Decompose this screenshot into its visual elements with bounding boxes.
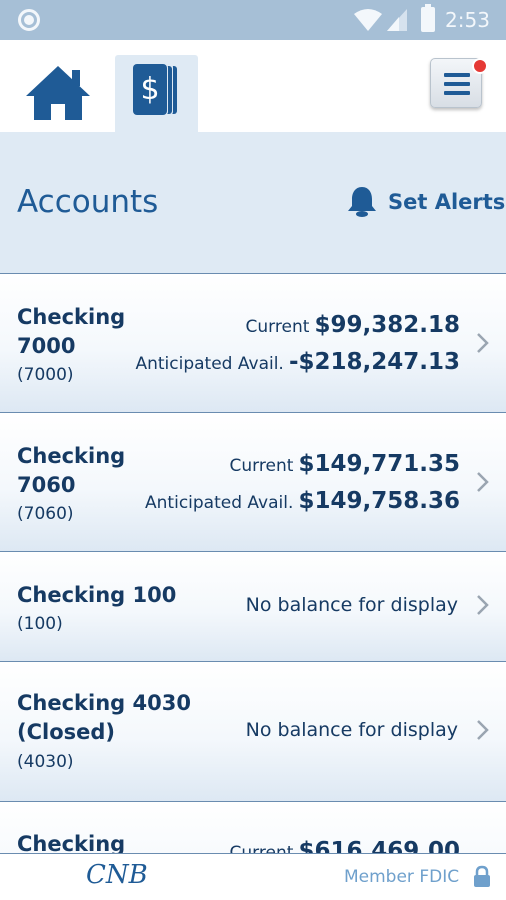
account-name: Checking — [17, 830, 125, 853]
set-alerts-label: Set Alerts — [388, 190, 506, 214]
current-amount: $99,382.18 — [314, 312, 460, 338]
account-number: (7000) — [17, 365, 74, 385]
current-amount: $616,469.00 — [298, 838, 460, 853]
home-button[interactable] — [18, 54, 98, 124]
current-label: Current — [245, 317, 310, 337]
set-alerts-button[interactable]: Set Alerts — [345, 184, 505, 220]
bell-icon — [348, 187, 376, 217]
status-bar: 2:53 — [0, 0, 506, 40]
account-row[interactable]: Checking Current $616,469.00 — [0, 802, 506, 853]
anticipated-label: Anticipated Avail. — [145, 493, 294, 513]
chevron-right-icon — [477, 333, 489, 353]
current-label: Current — [229, 843, 294, 853]
current-balance: Current $149,771.35 — [230, 451, 460, 477]
anticipated-amount: -$218,247.13 — [288, 349, 460, 375]
notification-badge — [472, 58, 488, 74]
footer: CNB Member FDIC — [0, 853, 506, 900]
current-amount: $149,771.35 — [298, 451, 460, 477]
account-name: Checking 4030 (Closed) — [17, 689, 191, 747]
current-balance: Current $616,469.00 — [230, 838, 460, 853]
anticipated-balance: Anticipated Avail. $149,758.36 — [145, 488, 460, 514]
tab-accounts[interactable]: $ — [115, 55, 198, 132]
account-name-line1: Checking 4030 — [17, 691, 191, 715]
hamburger-menu-icon — [444, 73, 470, 77]
account-name: Checking 100 — [17, 581, 176, 610]
battery-icon — [421, 4, 435, 32]
chevron-right-icon — [477, 595, 489, 615]
chevron-right-icon — [477, 720, 489, 740]
home-icon — [26, 66, 90, 120]
svg-text:$: $ — [140, 72, 159, 107]
current-label: Current — [229, 456, 294, 476]
wifi-icon — [354, 9, 382, 31]
account-name-line2: 7000 — [17, 334, 76, 358]
account-name: Checking 7000 — [17, 303, 125, 361]
account-number: (100) — [17, 614, 63, 634]
account-name-line2: 7060 — [17, 473, 76, 497]
account-row[interactable]: Checking 7060 (7060) Current $149,771.35… — [0, 413, 506, 552]
anticipated-amount: $149,758.36 — [298, 488, 460, 514]
account-row[interactable]: Checking 100 (100) No balance for displa… — [0, 552, 506, 662]
notification-indicator-icon — [18, 9, 40, 31]
page-title: Accounts — [17, 184, 159, 220]
account-name-line1: Checking — [17, 832, 126, 853]
current-balance: Current $99,382.18 — [246, 312, 460, 338]
chevron-right-icon — [477, 472, 489, 492]
signal-icon — [387, 9, 407, 31]
no-balance-text: No balance for display — [245, 719, 458, 741]
hamburger-bar — [444, 91, 470, 95]
account-name-line1: Checking — [17, 305, 126, 329]
account-name-line1: Checking — [17, 444, 126, 468]
page-header: Accounts Set Alerts — [0, 132, 506, 273]
lock-icon — [474, 865, 490, 887]
no-balance-text: No balance for display — [245, 594, 458, 616]
account-name: Checking 7060 — [17, 442, 125, 500]
account-number: (7060) — [17, 504, 74, 524]
member-fdic-text: Member FDIC — [344, 867, 460, 887]
anticipated-balance: Anticipated Avail. -$218,247.13 — [135, 349, 460, 375]
dollar-bill-icon: $ — [133, 64, 177, 115]
account-name-line2: (Closed) — [17, 720, 116, 744]
account-number: (4030) — [17, 752, 74, 772]
top-nav: $ — [0, 40, 506, 132]
hamburger-bar — [444, 82, 470, 86]
account-name-line1: Checking 100 — [17, 583, 177, 607]
accounts-list[interactable]: Checking 7000 (7000) Current $99,382.18 … — [0, 273, 506, 853]
account-row[interactable]: Checking 4030 (Closed) (4030) No balance… — [0, 662, 506, 802]
status-time: 2:53 — [445, 8, 490, 32]
anticipated-label: Anticipated Avail. — [135, 354, 284, 374]
bank-logo: CNB — [86, 860, 148, 890]
account-row[interactable]: Checking 7000 (7000) Current $99,382.18 … — [0, 274, 506, 413]
